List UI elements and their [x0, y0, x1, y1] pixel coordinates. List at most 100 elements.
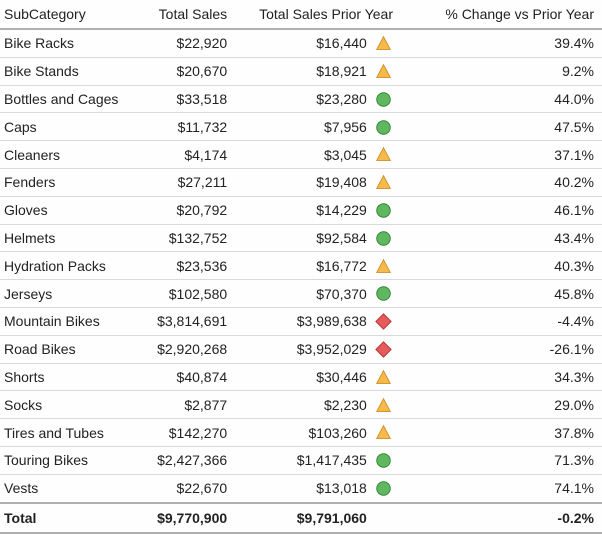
- table-row[interactable]: Socks$2,877$2,23029.0%: [0, 391, 602, 419]
- cell-indicator: [375, 446, 401, 474]
- cell-pct-change: 43.4%: [401, 224, 602, 252]
- circle-good-icon: [375, 452, 392, 469]
- cell-pct-change: 37.1%: [401, 141, 602, 169]
- cell-total-sales: $4,174: [127, 141, 236, 169]
- cell-total-sales: $132,752: [127, 224, 236, 252]
- cell-subcategory: Socks: [0, 391, 127, 419]
- cell-total-sales: $20,792: [127, 196, 236, 224]
- circle-good-icon: [375, 119, 392, 136]
- cell-subcategory: Road Bikes: [0, 335, 127, 363]
- total-sales: $9,770,900: [127, 503, 236, 533]
- table-row[interactable]: Helmets$132,752$92,58443.4%: [0, 224, 602, 252]
- cell-total-sales: $142,270: [127, 419, 236, 447]
- cell-prior-year: $30,446: [235, 363, 375, 391]
- cell-indicator: [375, 29, 401, 57]
- cell-subcategory: Cleaners: [0, 141, 127, 169]
- cell-indicator: [375, 363, 401, 391]
- cell-subcategory: Bottles and Cages: [0, 85, 127, 113]
- cell-subcategory: Fenders: [0, 168, 127, 196]
- cell-prior-year: $23,280: [235, 85, 375, 113]
- col-header-total-sales[interactable]: Total Sales: [127, 0, 236, 29]
- circle-good-icon: [375, 202, 392, 219]
- triangle-up-icon: [375, 424, 392, 441]
- total-label: Total: [0, 503, 127, 533]
- cell-subcategory: Hydration Packs: [0, 252, 127, 280]
- cell-prior-year: $3,952,029: [235, 335, 375, 363]
- table-row[interactable]: Gloves$20,792$14,229 46.1%: [0, 196, 602, 224]
- cell-pct-change: 9.2%: [401, 57, 602, 85]
- cell-pct-change: 34.3%: [401, 363, 602, 391]
- table-row[interactable]: Fenders$27,211$19,40840.2%: [0, 168, 602, 196]
- cell-prior-year: $14,229: [235, 196, 375, 224]
- cell-total-sales: $22,670: [127, 474, 236, 502]
- cell-indicator: [375, 307, 401, 335]
- cell-pct-change: 39.4%: [401, 29, 602, 57]
- table-row[interactable]: Caps$11,732$7,95647.5%: [0, 113, 602, 141]
- cell-prior-year: $7,956: [235, 113, 375, 141]
- circle-good-icon: [375, 230, 392, 247]
- cell-subcategory: Bike Racks: [0, 29, 127, 57]
- triangle-up-icon: [375, 397, 392, 414]
- cell-indicator: [375, 474, 401, 502]
- cell-total-sales: $33,518: [127, 85, 236, 113]
- cell-prior-year: $19,408: [235, 168, 375, 196]
- triangle-up-icon: [375, 63, 392, 80]
- cell-prior-year: $3,989,638: [235, 307, 375, 335]
- cell-subcategory: Shorts: [0, 363, 127, 391]
- cell-prior-year: $16,772: [235, 252, 375, 280]
- cell-indicator: [375, 252, 401, 280]
- cell-indicator: [375, 391, 401, 419]
- triangle-up-icon: [375, 258, 392, 275]
- cell-indicator: [375, 113, 401, 141]
- cell-subcategory: Jerseys: [0, 280, 127, 308]
- table-row[interactable]: Shorts$40,874$30,44634.3%: [0, 363, 602, 391]
- cell-total-sales: $27,211: [127, 168, 236, 196]
- cell-total-sales: $11,732: [127, 113, 236, 141]
- circle-good-icon: [375, 480, 392, 497]
- table-row[interactable]: Road Bikes$2,920,268$3,952,029-26.1%: [0, 335, 602, 363]
- cell-total-sales: $20,670: [127, 57, 236, 85]
- cell-prior-year: $3,045: [235, 141, 375, 169]
- cell-total-sales: $2,427,366: [127, 446, 236, 474]
- table-row[interactable]: Cleaners$4,174$3,045 37.1%: [0, 141, 602, 169]
- cell-pct-change: 45.8%: [401, 280, 602, 308]
- table-row[interactable]: Touring Bikes$2,427,366$1,417,43571.3%: [0, 446, 602, 474]
- table-row[interactable]: Jerseys$102,580$70,37045.8%: [0, 280, 602, 308]
- cell-subcategory: Mountain Bikes: [0, 307, 127, 335]
- cell-prior-year: $18,921: [235, 57, 375, 85]
- cell-pct-change: 44.0%: [401, 85, 602, 113]
- col-header-pct-change[interactable]: % Change vs Prior Year: [401, 0, 602, 29]
- cell-pct-change: -4.4%: [401, 307, 602, 335]
- cell-prior-year: $2,230: [235, 391, 375, 419]
- cell-indicator: [375, 419, 401, 447]
- table-row[interactable]: Bottles and Cages$33,518$23,280 44.0%: [0, 85, 602, 113]
- table-row[interactable]: Vests$22,670$13,01874.1%: [0, 474, 602, 502]
- table-total-row: Total$9,770,900$9,791,060 -0.2%: [0, 503, 602, 533]
- cell-subcategory: Bike Stands: [0, 57, 127, 85]
- table-row[interactable]: Mountain Bikes$3,814,691$3,989,638-4.4%: [0, 307, 602, 335]
- cell-indicator: [375, 280, 401, 308]
- col-header-prior-year[interactable]: Total Sales Prior Year: [235, 0, 401, 29]
- triangle-up-icon: [375, 369, 392, 386]
- table-row[interactable]: Hydration Packs$23,536$16,77240.3%: [0, 252, 602, 280]
- table-row[interactable]: Tires and Tubes$142,270$103,26037.8%: [0, 419, 602, 447]
- total-indicator: [375, 503, 401, 533]
- total-prior-year: $9,791,060: [235, 503, 375, 533]
- cell-subcategory: Caps: [0, 113, 127, 141]
- table-row[interactable]: Bike Racks$22,920$16,44039.4%: [0, 29, 602, 57]
- cell-pct-change: 37.8%: [401, 419, 602, 447]
- total-pct-change: -0.2%: [401, 503, 602, 533]
- cell-indicator: [375, 85, 401, 113]
- cell-prior-year: $70,370: [235, 280, 375, 308]
- cell-subcategory: Helmets: [0, 224, 127, 252]
- cell-subcategory: Gloves: [0, 196, 127, 224]
- col-header-subcategory[interactable]: SubCategory: [0, 0, 127, 29]
- cell-subcategory: Vests: [0, 474, 127, 502]
- cell-indicator: [375, 196, 401, 224]
- diamond-bad-icon: [375, 341, 392, 358]
- cell-pct-change: 71.3%: [401, 446, 602, 474]
- table-row[interactable]: Bike Stands$20,670$18,921 9.2%: [0, 57, 602, 85]
- cell-pct-change: 46.1%: [401, 196, 602, 224]
- triangle-up-icon: [375, 35, 392, 52]
- cell-total-sales: $22,920: [127, 29, 236, 57]
